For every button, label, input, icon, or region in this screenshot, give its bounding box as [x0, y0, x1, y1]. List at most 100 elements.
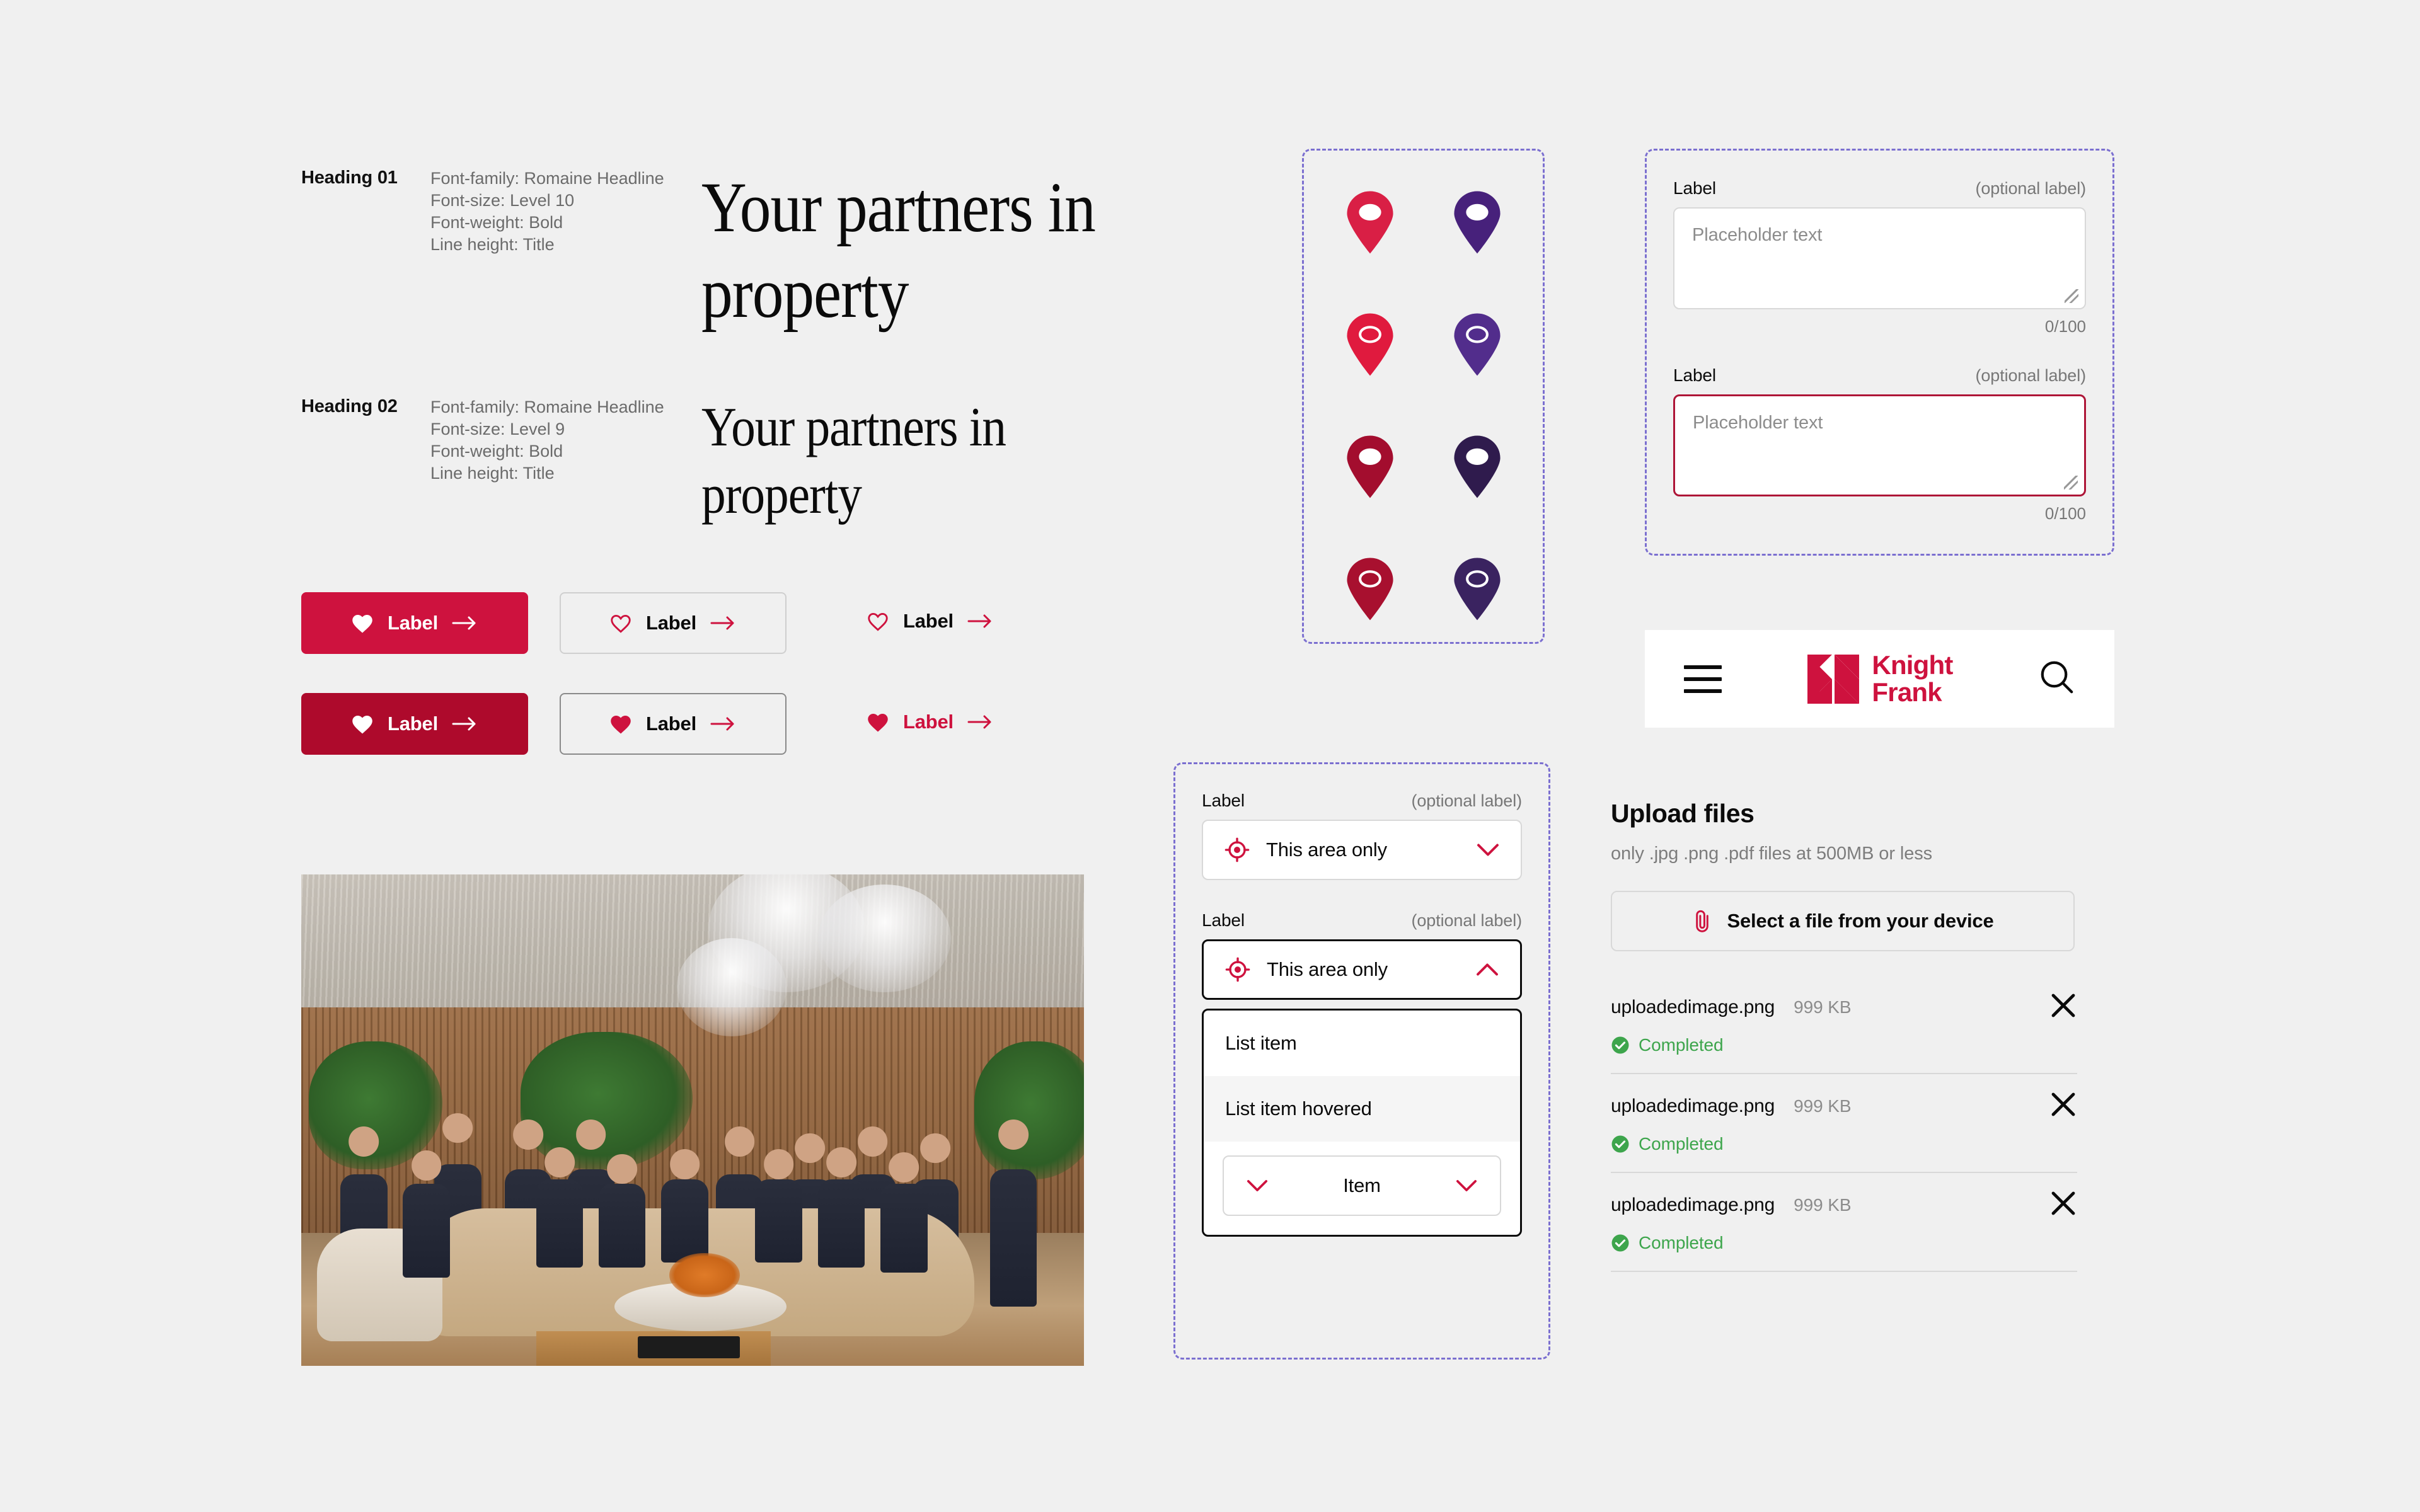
hamburger-bar [1684, 677, 1722, 681]
check-circle-icon [1611, 1234, 1630, 1252]
map-pin-icon [1347, 435, 1393, 498]
upload-title: Upload files [1611, 799, 1754, 828]
knight-frank-mark-icon [1807, 654, 1860, 704]
typography-name: Heading 02 [301, 396, 398, 416]
button-primary-default[interactable]: Label [301, 592, 528, 654]
design-system-canvas: Heading 01 Font-family: Romaine Headline… [0, 0, 2420, 1512]
file-status: Completed [1611, 1035, 2077, 1055]
button-text-hover[interactable]: Label [867, 711, 994, 733]
close-icon[interactable] [2049, 1091, 2077, 1121]
map-pin-icon [1454, 191, 1501, 254]
textarea-input[interactable]: Placeholder text [1673, 207, 2086, 309]
team-photo [301, 874, 1084, 1366]
map-pin[interactable] [1450, 312, 1504, 377]
textarea-placeholder: Placeholder text [1693, 413, 1823, 433]
target-icon [1225, 957, 1250, 982]
map-pin[interactable] [1343, 190, 1397, 255]
hamburger-bar [1684, 689, 1722, 693]
select-value: This area only [1266, 839, 1387, 861]
status-label: Completed [1639, 1134, 1724, 1154]
button-text-default[interactable]: Label [867, 610, 994, 633]
arrow-right-icon [710, 615, 737, 631]
button-label: Label [903, 610, 954, 632]
select-field-closed: Label (optional label) This area only [1202, 791, 1522, 880]
button-label: Label [388, 713, 438, 735]
heart-filled-icon [609, 713, 632, 735]
select-spec-panel: Label (optional label) This area only La… [1173, 762, 1550, 1360]
hamburger-icon[interactable] [1684, 665, 1722, 693]
typography-sample-heading-01: Your partners in property [701, 168, 1096, 333]
photo-person [536, 1179, 584, 1268]
map-pin[interactable] [1450, 556, 1504, 622]
file-status: Completed [1611, 1134, 2077, 1154]
button-secondary-default[interactable]: Label [560, 592, 786, 654]
typography-sample-heading-02: Your partners in property [701, 397, 1006, 526]
typography-name: Heading 01 [301, 168, 398, 188]
chandelier-icon [677, 938, 787, 1037]
search-icon[interactable] [2039, 659, 2075, 699]
upload-files-section: Upload files only .jpg .png .pdf files a… [1611, 799, 2077, 1272]
photo-book [638, 1336, 740, 1359]
file-line: uploadedimage.png 999 KB [1611, 1091, 2077, 1121]
map-pin-icon [1454, 558, 1501, 621]
map-pin[interactable] [1343, 434, 1397, 500]
check-circle-icon [1611, 1036, 1630, 1055]
target-icon [1224, 837, 1250, 862]
file-size: 999 KB [1794, 1194, 1852, 1215]
arrow-right-icon [452, 615, 478, 631]
field-optional-label: (optional label) [1975, 179, 2086, 198]
map-pin[interactable] [1450, 190, 1504, 255]
photo-person [755, 1179, 802, 1263]
knight-frank-logo[interactable]: Knight Frank [1807, 651, 1953, 707]
button-secondary-hover[interactable]: Label [560, 693, 786, 755]
select-file-button[interactable]: Select a file from your device [1611, 891, 2075, 951]
status-label: Completed [1639, 1233, 1724, 1252]
paperclip-icon [1691, 909, 1713, 933]
file-size: 999 KB [1794, 997, 1852, 1017]
button-label: Label [903, 711, 954, 733]
file-name: uploadedimage.png [1611, 1194, 1775, 1215]
field-label: Label [1673, 365, 1717, 385]
close-icon[interactable] [2049, 992, 2077, 1022]
arrow-right-icon [967, 613, 994, 629]
map-pin[interactable] [1343, 312, 1397, 377]
character-counter: 0/100 [2044, 317, 2086, 336]
dropdown-footer-item[interactable]: Item [1223, 1155, 1501, 1216]
list-item[interactable]: List item [1204, 1011, 1520, 1076]
field-header: Label (optional label) [1202, 791, 1522, 811]
photo-person [403, 1184, 450, 1278]
map-pin[interactable] [1343, 556, 1397, 622]
map-pin[interactable] [1450, 434, 1504, 500]
resize-handle-icon[interactable] [2064, 476, 2078, 490]
file-name: uploadedimage.png [1611, 996, 1775, 1017]
uploaded-file-row: uploadedimage.png 999 KB Completed [1611, 1074, 2077, 1173]
select-input-closed[interactable]: This area only [1202, 820, 1522, 880]
resize-handle-icon[interactable] [2065, 289, 2078, 303]
field-header: Label (optional label) [1202, 910, 1522, 931]
button-label: Label [388, 612, 438, 634]
button-primary-hover[interactable]: Label [301, 693, 528, 755]
photo-person [989, 1169, 1037, 1307]
hamburger-bar [1684, 665, 1722, 669]
select-input-open[interactable]: This area only [1202, 939, 1522, 1000]
list-item[interactable]: List item hovered [1204, 1076, 1520, 1142]
close-icon[interactable] [2049, 1189, 2077, 1220]
map-pins-panel [1302, 149, 1545, 644]
button-label: Label [646, 713, 696, 735]
chevron-up-icon [1476, 963, 1499, 976]
photo-flowers [669, 1252, 740, 1297]
field-label: Label [1673, 178, 1717, 198]
textarea-field-focused: Label (optional label) Placeholder text … [1673, 365, 2086, 524]
textarea-input[interactable]: Placeholder text [1673, 394, 2086, 496]
map-pin-icon [1347, 313, 1393, 376]
logo-line-2: Frank [1872, 677, 1942, 707]
select-file-label: Select a file from your device [1727, 910, 1994, 932]
field-optional-label: (optional label) [1975, 366, 2086, 385]
uploaded-file-row: uploadedimage.png 999 KB Completed [1611, 975, 2077, 1074]
textarea-placeholder: Placeholder text [1692, 225, 1823, 245]
textarea-spec-panel: Label (optional label) Placeholder text … [1645, 149, 2114, 556]
field-optional-label: (optional label) [1411, 911, 1522, 930]
upload-subtitle: only .jpg .png .pdf files at 500MB or le… [1611, 844, 1933, 864]
map-pin-icon [1454, 313, 1501, 376]
typography-row-heading-02: Heading 02 Font-family: Romaine Headline… [301, 394, 1206, 529]
